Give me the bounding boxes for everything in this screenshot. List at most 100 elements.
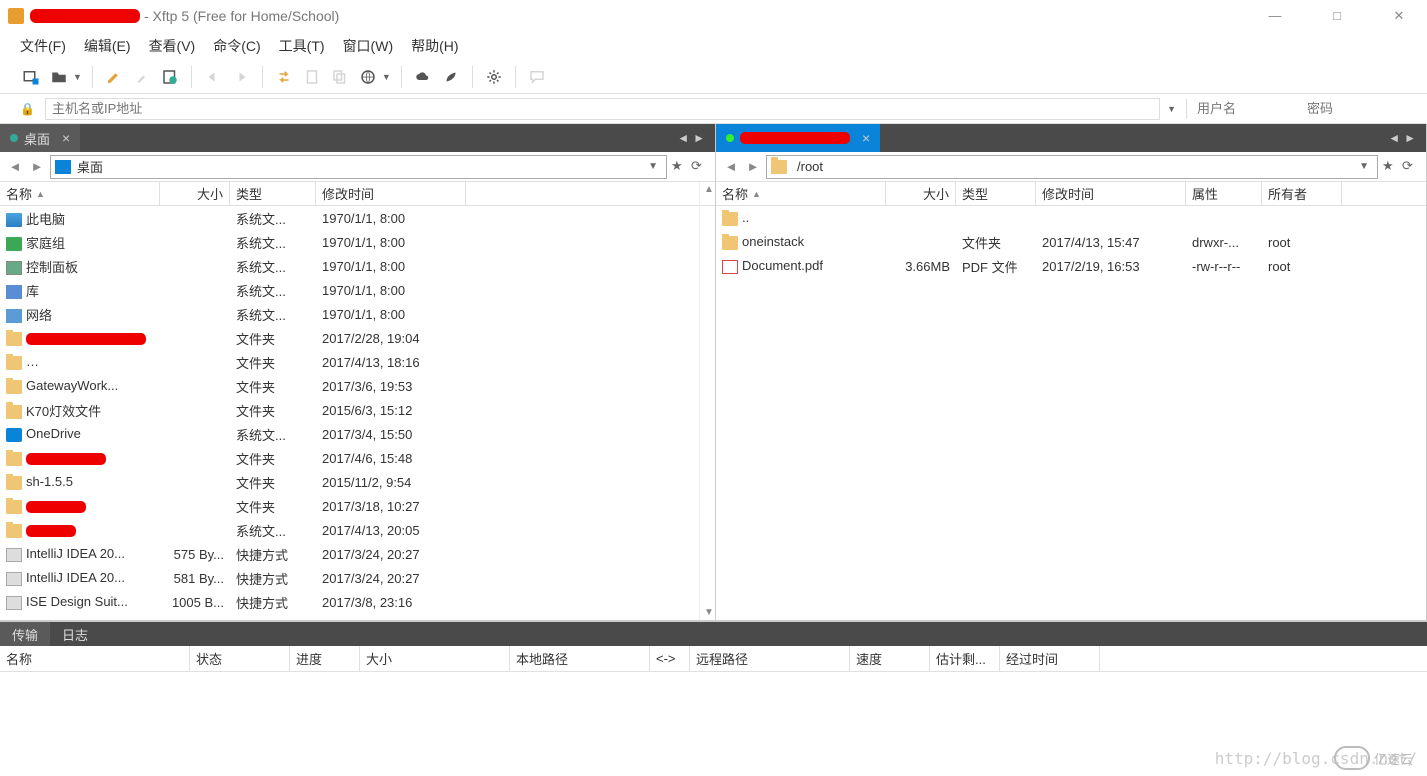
table-row[interactable]: 文件夹2017/4/13, 18:16 [0,350,715,374]
password-input[interactable] [1307,101,1407,116]
menu-help[interactable]: 帮助(H) [411,36,458,56]
table-row[interactable]: 家庭组系统文...1970/1/1, 8:00 [0,230,715,254]
table-row[interactable]: 控制面板系统文...1970/1/1, 8:00 [0,254,715,278]
tab-log[interactable]: 日志 [50,622,100,646]
table-row[interactable]: K70灯效文件文件夹2015/6/3, 15:12 [0,398,715,422]
copy-icon[interactable] [329,66,351,88]
tab-close-icon[interactable]: × [62,130,70,146]
bcol-name[interactable]: 名称 [0,646,190,671]
table-row[interactable]: Document.pdf3.66MBPDF 文件2017/2/19, 16:53… [716,254,1426,278]
col-type[interactable]: 类型 [956,182,1036,205]
local-pathbox[interactable]: 桌面 ▼ [50,155,667,179]
menu-bar: 文件(F) 编辑(E) 查看(V) 命令(C) 工具(T) 窗口(W) 帮助(H… [0,32,1427,60]
table-row[interactable]: .. [716,206,1426,230]
table-row[interactable]: GatewayWork...文件夹2017/3/6, 19:53 [0,374,715,398]
table-row[interactable]: ISE Design Suit...1005 B...快捷方式2017/3/8,… [0,590,715,614]
path-dropdown-icon[interactable]: ▼ [1355,161,1373,172]
bcol-eta[interactable]: 估计剩... [930,646,1000,671]
menu-window[interactable]: 窗口(W) [343,36,394,56]
minimize-button[interactable]: — [1255,8,1295,24]
table-row[interactable]: 网络系统文...1970/1/1, 8:00 [0,302,715,326]
table-row[interactable]: sh-1.5.5文件夹2015/11/2, 9:54 [0,470,715,494]
local-path: 桌面 [77,157,638,176]
maximize-button[interactable]: □ [1317,8,1357,24]
path-dropdown-icon[interactable]: ▼ [644,161,662,172]
table-row[interactable]: 文件夹2017/4/6, 15:48 [0,446,715,470]
leaf-icon[interactable] [440,66,462,88]
cloud-icon[interactable] [412,66,434,88]
tab-next-icon[interactable]: ► [693,131,705,145]
bcol-elapsed[interactable]: 经过时间 [1000,646,1100,671]
globe-dropdown-icon[interactable]: ▼ [382,72,391,82]
col-name[interactable]: 名称▲ [716,182,886,205]
bcol-remote[interactable]: 远程路径 [690,646,850,671]
back-icon[interactable]: ◄ [722,158,740,176]
bcol-local[interactable]: 本地路径 [510,646,650,671]
local-tab[interactable]: 桌面 × [0,124,80,152]
bcol-arrow[interactable]: <-> [650,646,690,671]
tab-next-icon[interactable]: ► [1404,131,1416,145]
col-name[interactable]: 名称▲ [0,182,160,205]
window-title: - Xftp 5 (Free for Home/School) [144,8,339,24]
refresh-icon[interactable]: ⟳ [1402,158,1420,176]
col-attr[interactable]: 属性 [1186,182,1262,205]
remote-pathbox[interactable]: /root ▼ [766,155,1378,179]
tab-prev-icon[interactable]: ◄ [1388,131,1400,145]
eyedrop-icon[interactable] [131,66,153,88]
chat-icon[interactable] [526,66,548,88]
tab-close-icon[interactable]: × [862,130,870,146]
col-modified[interactable]: 修改时间 [1036,182,1186,205]
bcol-speed[interactable]: 速度 [850,646,930,671]
clipboard-icon[interactable] [301,66,323,88]
tab-prev-icon[interactable]: ◄ [677,131,689,145]
new-session-icon[interactable] [20,66,42,88]
bcol-progress[interactable]: 进度 [290,646,360,671]
username-input[interactable] [1197,101,1297,116]
col-owner[interactable]: 所有者 [1262,182,1342,205]
pencil-icon[interactable] [103,66,125,88]
globe-icon[interactable] [357,66,379,88]
table-row[interactable]: oneinstack文件夹2017/4/13, 15:47drwxr-...ro… [716,230,1426,254]
sync-right-icon[interactable] [230,66,252,88]
menu-tool[interactable]: 工具(T) [279,36,325,56]
refresh-icon[interactable]: ⟳ [691,158,709,176]
sync-left-icon[interactable] [202,66,224,88]
table-row[interactable]: IntelliJ IDEA 20...581 By...快捷方式2017/3/2… [0,566,715,590]
menu-cmd[interactable]: 命令(C) [213,36,260,56]
transfer-icon[interactable] [273,66,295,88]
forward-icon[interactable]: ► [744,158,762,176]
col-size[interactable]: 大小 [160,182,230,205]
menu-edit[interactable]: 编辑(E) [84,36,131,56]
bcol-size[interactable]: 大小 [360,646,510,671]
table-row[interactable]: 系统文...2017/4/13, 20:05 [0,518,715,542]
remote-tab[interactable]: × [716,124,880,152]
table-row[interactable]: 文件夹2017/3/18, 10:27 [0,494,715,518]
menu-file[interactable]: 文件(F) [20,36,66,56]
gear-icon[interactable] [483,66,505,88]
table-row[interactable]: 库系统文...1970/1/1, 8:00 [0,278,715,302]
table-row[interactable]: OneDrive系统文...2017/3/4, 15:50 [0,422,715,446]
back-icon[interactable]: ◄ [6,158,24,176]
bookmark-icon[interactable]: ★ [1382,158,1400,176]
cloud-logo-icon [1334,746,1370,770]
scrollbar[interactable]: ▲▼ [699,182,715,620]
col-type[interactable]: 类型 [230,182,316,205]
bookmark-icon[interactable]: ★ [671,158,689,176]
refresh-script-icon[interactable] [159,66,181,88]
forward-icon[interactable]: ► [28,158,46,176]
col-modified[interactable]: 修改时间 [316,182,466,205]
close-button[interactable]: ✕ [1379,8,1419,24]
table-row[interactable]: IntelliJ IDEA 20...575 By...快捷方式2017/3/2… [0,542,715,566]
open-icon[interactable] [48,66,70,88]
bcol-status[interactable]: 状态 [190,646,290,671]
open-dropdown-icon[interactable]: ▼ [73,72,82,82]
table-row[interactable]: 此电脑系统文...1970/1/1, 8:00 [0,206,715,230]
tab-transfer[interactable]: 传输 [0,622,50,646]
local-filelist: 名称▲ 大小 类型 修改时间 此电脑系统文...1970/1/1, 8:00家庭… [0,182,715,620]
host-dropdown-icon[interactable]: ▼ [1167,104,1176,114]
menu-view[interactable]: 查看(V) [149,36,196,56]
table-row[interactable]: 文件夹2017/2/28, 19:04 [0,326,715,350]
host-input[interactable] [45,98,1160,120]
col-size[interactable]: 大小 [886,182,956,205]
table-row[interactable]: VMware Work...1KB快捷方式2016/10/17, 18:03 [0,614,715,620]
